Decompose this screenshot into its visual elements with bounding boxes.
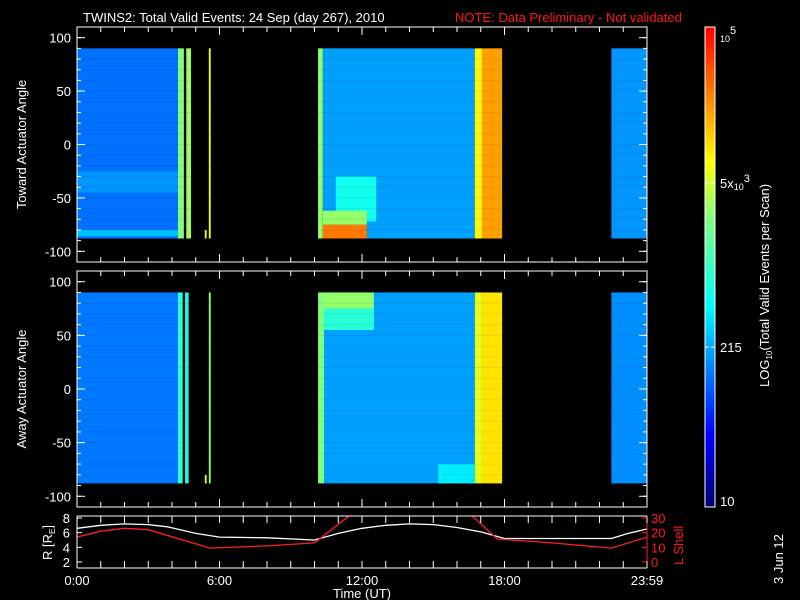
y2-tick-label: 0 [651,555,658,570]
y-tick-label: 0 [64,138,71,153]
y-label-end: ] [40,525,55,529]
heatmap-cell [77,48,178,239]
heatmap-cell [186,48,191,239]
y-axis-label: Toward Actuator Angle [14,80,29,209]
heatmap-cell [77,229,178,237]
colorbar-gradient [704,26,716,508]
heatmap-cell [208,292,211,484]
y-tick-label: 50 [57,328,71,343]
x-tick-label: 6:00 [207,573,232,588]
y2-tick-label: 10 [651,540,665,555]
y-tick-label: -50 [52,436,71,451]
colorbar-tick-label: 5x103 [720,173,750,192]
x-tick-label: 23:59 [631,573,664,588]
x-tick-label: 0:00 [64,573,89,588]
date-stamp: 3 Jun 12 [771,534,786,584]
y-tick-label: -100 [45,489,71,504]
title-main: TWINS2: Total Valid Events: 24 Sep (day … [83,10,385,25]
y-tick-label: 2 [63,555,70,570]
tick-base: 10 [720,34,730,44]
tick-base: 10 [734,182,744,192]
colorbar-tick-label: 215 [720,340,742,355]
toward-heatmap-panel: 100 50 0 -50 -100 Toward Actuator Angle [14,26,648,263]
heatmap-cell [474,292,482,484]
colorbar-label: LOG10(Total Valid Events per Scan) [757,184,774,387]
tick-prefix: 5x [720,176,734,191]
heatmap-cell [611,48,647,239]
y-tick-label: 8 [63,511,70,526]
title-note: NOTE: Data Preliminary - Not validated [455,10,682,25]
heatmap-cell [324,308,374,330]
heatmap-cell [177,48,184,239]
heatmap-cell [77,292,178,484]
y-tick-label: -100 [45,244,71,259]
heatmap-cell [318,48,323,239]
y-label-text: R [R [40,534,55,560]
heatmap-cell [204,474,207,484]
heatmap-cell [318,292,324,484]
y2-tick-label: 30 [651,511,665,526]
heatmap-cell [208,48,211,239]
away-heatmap-panel: 100 50 0 -50 -100 Away Actuator Angle [14,270,648,508]
heatmap-cell [177,292,183,484]
y-tick-label: 0 [64,382,71,397]
heatmap-cell [322,224,367,239]
twins-figure: TWINS2: Total Valid Events: 24 Sep (day … [14,10,786,600]
heatmap-cell [77,171,178,193]
y-tick-label: 6 [63,526,70,541]
heatmap-cell [611,292,647,484]
heatmap-cell [185,292,189,484]
y-tick-label: 100 [49,31,71,46]
x-axis-label: Time (UT) [333,586,391,600]
heatmap-cell [474,48,482,239]
x-tick-label: 18:00 [488,573,521,588]
y-axis-label: Away Actuator Angle [14,329,29,448]
plot-background [77,516,647,568]
colorbar-tick-label: 105 [720,25,736,44]
y-tick-label: -50 [52,191,71,206]
heatmap-cell [322,210,367,225]
y2-axis-label: L Shell [671,526,686,565]
y-tick-label: 100 [49,275,71,290]
tick-exp: 5 [730,25,736,37]
colorbar-tick-label: 10 [720,494,734,509]
heatmap-cell [481,292,503,484]
y-tick-label: 4 [63,540,70,555]
heatmap-cell [204,229,207,239]
heatmap-cell [324,292,374,309]
orbit-line-panel: 864230201000:00 6:00 12:00 18:00 23:59Time (… [40,511,686,600]
tick-exp: 3 [744,173,750,185]
y-axis-label: R [RE] [40,525,57,560]
colorbar: 1055x10321510 LOG10(Total Valid Events p… [704,25,774,509]
y-tick-label: 50 [57,84,71,99]
heatmap-cell [481,48,503,239]
heatmap-cell [438,464,475,484]
y2-tick-label: 20 [651,526,665,541]
